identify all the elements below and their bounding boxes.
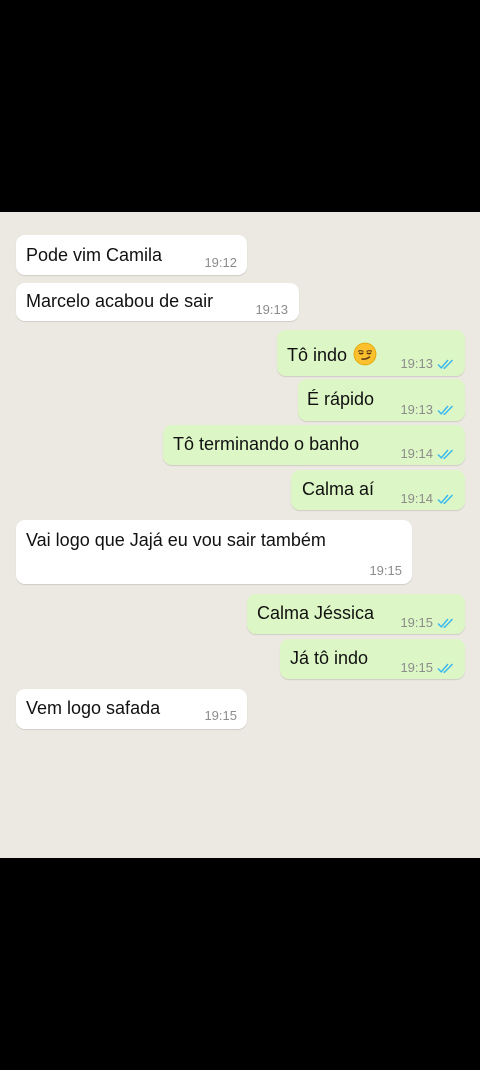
- message-time: 19:15: [400, 660, 455, 675]
- double-check-icon: [437, 358, 455, 370]
- message-incoming[interactable]: Vai logo que Jajá eu vou sair também 19:…: [16, 520, 412, 584]
- double-check-icon: [437, 404, 455, 416]
- message-time: 19:12: [204, 255, 237, 270]
- message-text: Vem logo safada: [26, 698, 161, 718]
- message-time: 19:15: [400, 615, 455, 630]
- message-time: 19:14: [400, 446, 455, 461]
- message-time: 19:13: [400, 402, 455, 417]
- message-text: Calma Jéssica: [257, 603, 375, 623]
- message-outgoing[interactable]: Tô indo 19:13: [277, 330, 465, 376]
- message-text: Pode vim Camila: [26, 245, 163, 265]
- message-text: Tô terminando o banho: [173, 434, 360, 454]
- message-incoming[interactable]: Vem logo safada 19:15: [16, 689, 247, 729]
- message-outgoing[interactable]: Calma aí 19:14: [291, 470, 465, 510]
- message-outgoing[interactable]: Tô terminando o banho 19:14: [163, 425, 465, 465]
- message-outgoing[interactable]: Calma Jéssica 19:15: [247, 594, 465, 634]
- double-check-icon: [437, 448, 455, 460]
- message-text: Calma aí: [302, 479, 375, 499]
- double-check-icon: [437, 493, 455, 505]
- double-check-icon: [437, 662, 455, 674]
- message-time: 19:13: [400, 356, 455, 371]
- double-check-icon: [437, 617, 455, 629]
- message-incoming[interactable]: Pode vim Camila 19:12: [16, 235, 247, 275]
- message-outgoing[interactable]: É rápido 19:13: [298, 379, 465, 421]
- message-text: Tô indo: [287, 342, 377, 366]
- message-time: 19:14: [400, 491, 455, 506]
- message-time: 19:15: [204, 708, 237, 723]
- message-text: Já tô indo: [290, 648, 369, 668]
- smirking-face-icon: [353, 342, 377, 366]
- message-text: Vai logo que Jajá eu vou sair também: [26, 530, 326, 550]
- message-incoming[interactable]: Marcelo acabou de sair 19:13: [16, 283, 299, 321]
- message-outgoing[interactable]: Já tô indo 19:15: [280, 639, 465, 679]
- message-time: 19:13: [255, 302, 288, 317]
- message-text: Marcelo acabou de sair: [26, 291, 214, 311]
- chat-area[interactable]: Pode vim Camila 19:12 Marcelo acabou de …: [0, 212, 480, 858]
- message-text: É rápido: [307, 389, 375, 409]
- message-time: 19:15: [369, 563, 402, 578]
